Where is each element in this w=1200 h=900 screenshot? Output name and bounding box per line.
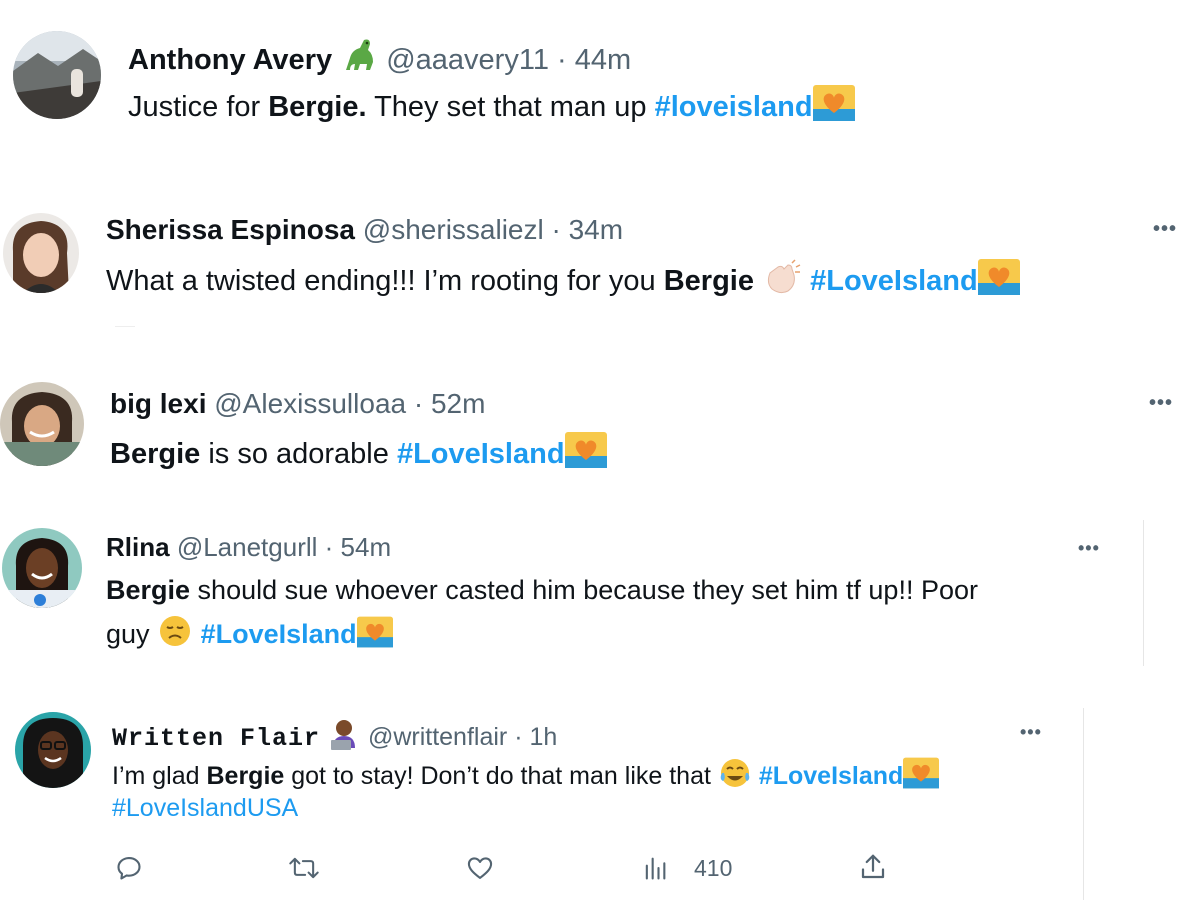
- reply-icon: [117, 857, 141, 880]
- tweet-text-line-2: guy #LoveIsland: [106, 614, 393, 650]
- avatar[interactable]: [13, 31, 101, 119]
- avatar[interactable]: [3, 213, 79, 293]
- tweet-header: Rlina @Lanetgurll · 54m: [106, 532, 392, 562]
- retweet-icon: [289, 857, 319, 879]
- woman-technologist-emoji: [327, 718, 361, 750]
- disappointed-face-emoji: [157, 614, 193, 648]
- more-options-button[interactable]: •••: [1149, 392, 1173, 415]
- dinosaur-emoji: [340, 36, 378, 74]
- user-name[interactable]: Sherissa Espinosa: [106, 214, 355, 245]
- like-icon: [467, 857, 493, 879]
- island-heart-emoji: [564, 432, 607, 468]
- views-button[interactable]: 410: [640, 854, 732, 882]
- share-icon: [861, 854, 885, 879]
- hashtag-link[interactable]: #LoveIsland: [201, 619, 357, 649]
- divider: [115, 326, 135, 327]
- retweet-button[interactable]: [288, 854, 320, 882]
- island-heart-emoji: [977, 259, 1020, 295]
- more-options-button[interactable]: •••: [1078, 538, 1100, 559]
- user-handle[interactable]: @Alexissulloaa: [214, 388, 406, 419]
- tweet-text-line-1: Bergie should sue whoever casted him bec…: [106, 575, 978, 605]
- avatar[interactable]: [0, 382, 84, 466]
- tweet-time[interactable]: 54m: [341, 532, 392, 562]
- tweet-text-line-2: #LoveIslandUSA: [112, 794, 298, 823]
- user-name[interactable]: Rlina: [106, 532, 170, 562]
- tweet-text: What a twisted ending!!! I’m rooting for…: [106, 259, 1020, 298]
- user-name[interactable]: Anthony Avery: [128, 44, 332, 76]
- tweet-header: big lexi @Alexissulloaa · 52m: [110, 388, 486, 419]
- user-handle[interactable]: @sherissaliezl: [363, 214, 544, 245]
- island-heart-emoji: [356, 616, 393, 648]
- tears-of-joy-emoji: [718, 757, 752, 789]
- tweet-header: Anthony Avery @aaavery11 · 44m: [128, 36, 631, 77]
- view-count: 410: [694, 854, 733, 881]
- hashtag-link[interactable]: #LoveIsland: [397, 438, 565, 470]
- share-button[interactable]: [858, 852, 888, 882]
- reply-button[interactable]: [115, 854, 143, 882]
- user-handle[interactable]: @Lanetgurll: [177, 532, 318, 562]
- tweet-text-line-1: I’m glad Bergie got to stay! Don’t do th…: [112, 757, 940, 791]
- user-name[interactable]: Written Flair: [112, 724, 320, 753]
- tweet-text: Justice for Bergie. They set that man up…: [128, 85, 855, 124]
- island-heart-emoji: [903, 757, 940, 789]
- tweet-header: Written Flair @writtenflair · 1h: [112, 718, 557, 754]
- hashtag-link[interactable]: #LoveIsland: [759, 762, 904, 790]
- avatar[interactable]: [2, 528, 82, 608]
- tweet-time[interactable]: 34m: [569, 214, 623, 245]
- divider: [1143, 520, 1144, 666]
- hashtag-link[interactable]: #LoveIsland: [810, 265, 978, 297]
- hashtag-link[interactable]: #LoveIslandUSA: [112, 794, 298, 822]
- more-options-button[interactable]: •••: [1153, 218, 1177, 241]
- like-button[interactable]: [465, 854, 495, 882]
- views-icon: [645, 857, 666, 880]
- tweet-header: Sherissa Espinosa @sherissaliezl · 34m: [106, 214, 624, 245]
- hashtag-link[interactable]: #loveisland: [655, 91, 813, 123]
- user-handle[interactable]: @writtenflair: [368, 723, 507, 751]
- divider: [1083, 708, 1084, 900]
- tweet-time[interactable]: 1h: [529, 723, 557, 751]
- island-heart-emoji: [812, 85, 855, 121]
- tweet-time[interactable]: 44m: [575, 44, 631, 76]
- avatar[interactable]: [15, 712, 91, 788]
- more-options-button[interactable]: •••: [1020, 722, 1042, 743]
- user-handle[interactable]: @aaavery11: [386, 44, 549, 76]
- tweet-text: Bergie is so adorable #LoveIsland: [110, 432, 607, 471]
- clapping-hands-emoji: [762, 259, 802, 295]
- tweet-time[interactable]: 52m: [431, 388, 485, 419]
- user-name[interactable]: big lexi: [110, 388, 206, 419]
